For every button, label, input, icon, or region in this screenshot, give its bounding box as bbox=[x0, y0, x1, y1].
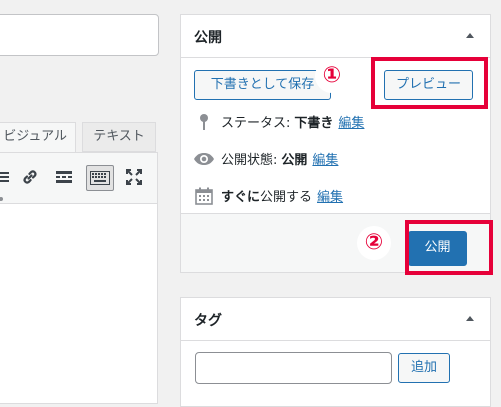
highlight-publish bbox=[405, 220, 493, 275]
edit-schedule-link[interactable]: 編集 bbox=[317, 186, 343, 205]
edit-visibility-link[interactable]: 編集 bbox=[312, 149, 338, 168]
status-row: ステータス: 下書き 編集 bbox=[193, 112, 364, 131]
marker-2: ② bbox=[359, 228, 389, 258]
tags-box-title: タグ bbox=[194, 313, 222, 329]
editor-toolbar bbox=[0, 152, 158, 204]
highlight-preview bbox=[371, 57, 488, 109]
tab-visual[interactable]: ビジュアル bbox=[0, 122, 76, 152]
list-icon[interactable] bbox=[0, 166, 15, 188]
post-title-input[interactable] bbox=[0, 14, 159, 56]
visibility-value: 公開 bbox=[281, 153, 308, 168]
eye-icon bbox=[193, 152, 215, 166]
collapse-arrow-icon[interactable] bbox=[466, 316, 474, 321]
collapse-arrow-icon[interactable] bbox=[466, 33, 474, 38]
link-icon[interactable] bbox=[19, 166, 41, 188]
pin-icon bbox=[193, 113, 215, 131]
schedule-row: すぐに 公開する 編集 bbox=[193, 186, 343, 205]
tab-text[interactable]: テキスト bbox=[82, 122, 156, 152]
read-more-icon[interactable] bbox=[53, 166, 75, 188]
visibility-row: 公開状態: 公開 編集 bbox=[193, 149, 338, 168]
calendar-icon bbox=[193, 187, 215, 205]
editor-body[interactable] bbox=[0, 204, 158, 404]
tag-add-button[interactable]: 追加 bbox=[398, 353, 450, 383]
status-value: 下書き bbox=[294, 116, 334, 131]
toolbar-dot bbox=[0, 197, 3, 201]
edit-status-link[interactable]: 編集 bbox=[338, 112, 364, 131]
marker-1: ① bbox=[317, 61, 347, 91]
publish-box-header[interactable]: 公開 bbox=[181, 15, 490, 58]
save-draft-button[interactable]: 下書きとして保存 bbox=[194, 70, 331, 100]
tags-box: タグ 追加 bbox=[180, 297, 491, 407]
publish-box-title: 公開 bbox=[194, 30, 222, 46]
fullscreen-icon[interactable] bbox=[123, 166, 145, 188]
tag-input[interactable] bbox=[195, 352, 392, 384]
schedule-strong: すぐに bbox=[221, 190, 261, 205]
tags-box-header[interactable]: タグ bbox=[181, 298, 490, 341]
visibility-label: 公開状態: bbox=[221, 153, 278, 168]
toolbar-toggle-icon[interactable] bbox=[86, 165, 114, 191]
schedule-label: 公開する bbox=[260, 190, 313, 205]
status-label: ステータス: bbox=[221, 116, 291, 131]
